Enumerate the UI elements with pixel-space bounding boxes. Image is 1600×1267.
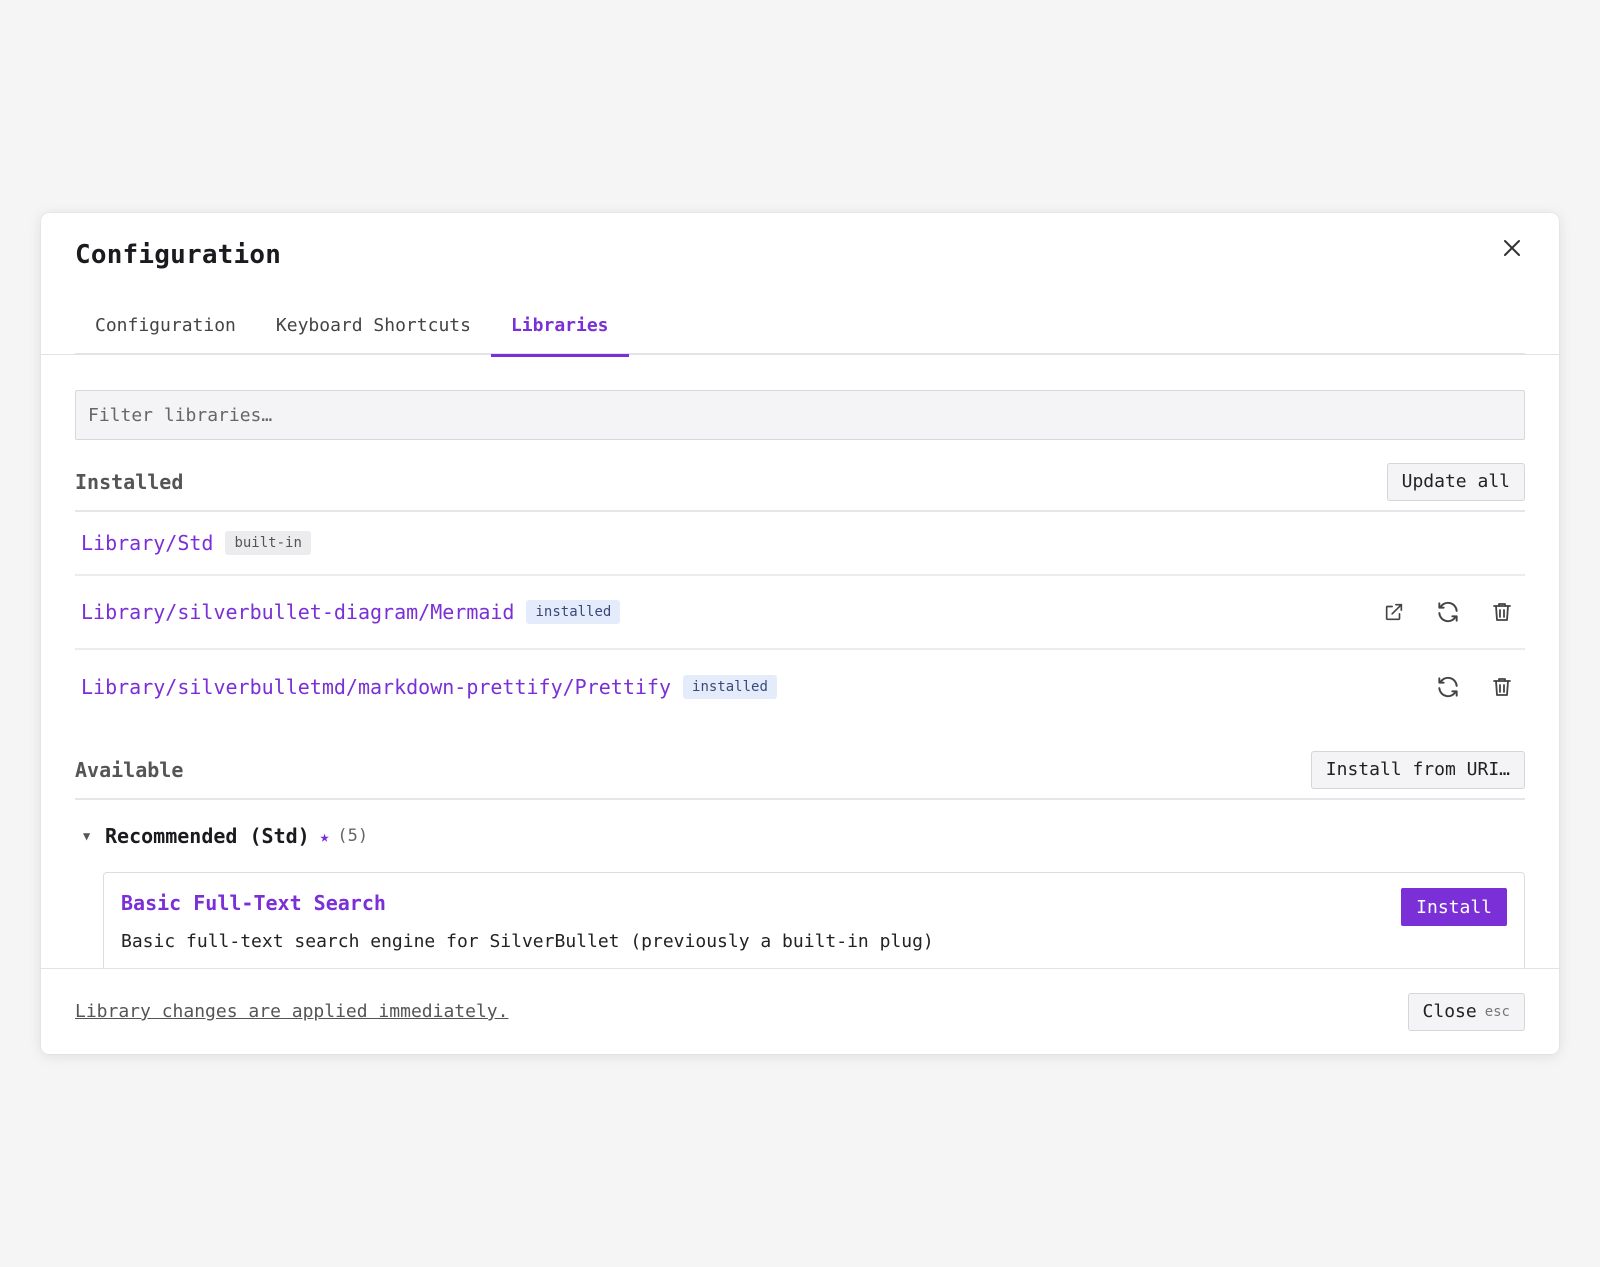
- library-card-title[interactable]: Basic Full-Text Search: [121, 891, 1507, 915]
- update-all-button[interactable]: Update all: [1386, 463, 1525, 501]
- installed-section-header: Installed Update all: [75, 454, 1525, 512]
- footer-note: Library changes are applied immediately.: [75, 1001, 509, 1022]
- caret-down-icon: ▼: [83, 829, 91, 843]
- trash-icon[interactable]: [1485, 595, 1519, 629]
- available-section-header: Available Install from URI…: [75, 742, 1525, 800]
- library-card: Basic Full-Text Search Basic full-text s…: [103, 872, 1525, 968]
- library-link[interactable]: Library/silverbullet-diagram/Mermaid: [81, 600, 514, 624]
- tab-libraries[interactable]: Libraries: [490, 301, 629, 357]
- dialog-title: Configuration: [75, 240, 282, 270]
- installed-badge: installed: [526, 600, 621, 624]
- library-card-description: Basic full-text search engine for Silver…: [121, 931, 934, 952]
- row-actions: [1411, 670, 1519, 704]
- library-row: Library/silverbullet-diagram/Mermaid ins…: [75, 576, 1525, 650]
- close-button-label: Close: [1422, 1001, 1477, 1022]
- library-link[interactable]: Library/silverbulletmd/markdown-prettify…: [81, 675, 671, 699]
- dialog-header: Configuration Configuration Keyboard Sho…: [41, 213, 1559, 357]
- group-count: (5): [337, 826, 369, 846]
- install-from-uri-button[interactable]: Install from URI…: [1310, 751, 1525, 789]
- configuration-dialog: Configuration Configuration Keyboard Sho…: [41, 213, 1559, 1054]
- library-row: Library/Std built-in: [75, 512, 1525, 576]
- esc-shortcut-hint: esc: [1484, 1003, 1510, 1020]
- dialog-body: Installed Update all Library/Std built-i…: [75, 390, 1525, 968]
- library-row: Library/silverbulletmd/markdown-prettify…: [75, 650, 1525, 724]
- row-actions: [1357, 595, 1519, 629]
- dialog-footer: Library changes are applied immediately.…: [41, 968, 1559, 1054]
- trash-icon[interactable]: [1485, 670, 1519, 704]
- installed-section-title: Installed: [75, 470, 184, 494]
- available-section-title: Available: [75, 758, 184, 782]
- tab-keyboard-shortcuts[interactable]: Keyboard Shortcuts: [256, 301, 491, 355]
- star-icon: ★: [319, 826, 330, 846]
- library-link[interactable]: Library/Std: [81, 531, 213, 555]
- group-title: Recommended (Std): [105, 824, 310, 848]
- built-in-badge: built-in: [225, 531, 311, 555]
- recommended-group-toggle[interactable]: ▼ Recommended (Std) ★ (5): [75, 800, 1525, 872]
- installed-badge: installed: [683, 675, 777, 699]
- external-link-icon[interactable]: [1377, 595, 1411, 629]
- refresh-icon[interactable]: [1431, 595, 1465, 629]
- install-button[interactable]: Install: [1401, 888, 1507, 926]
- filter-libraries-input[interactable]: [75, 390, 1525, 440]
- close-button[interactable]: Close esc: [1407, 992, 1525, 1031]
- tab-bar: Configuration Keyboard Shortcuts Librari…: [75, 301, 1525, 357]
- tab-configuration[interactable]: Configuration: [75, 301, 256, 355]
- refresh-icon[interactable]: [1431, 670, 1465, 704]
- close-icon[interactable]: [1499, 235, 1525, 261]
